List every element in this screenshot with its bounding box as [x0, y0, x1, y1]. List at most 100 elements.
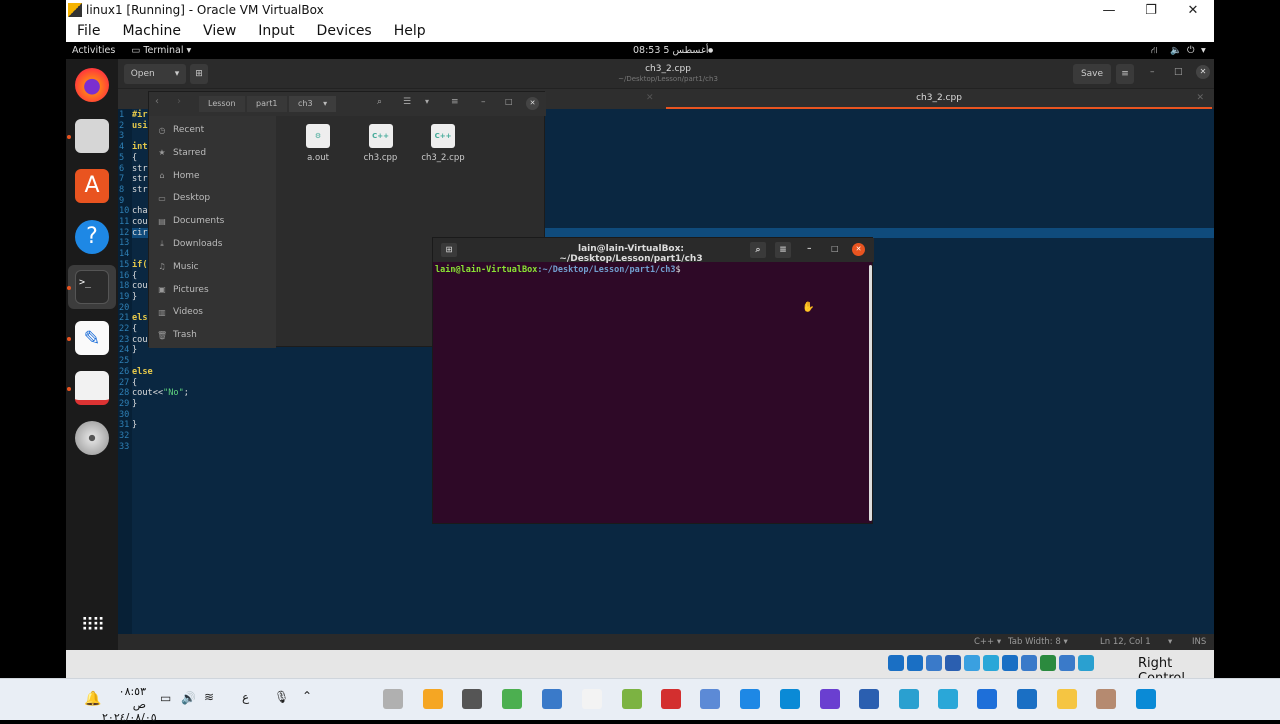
- folder-icon[interactable]: [1057, 689, 1077, 709]
- clock[interactable]: 08:53 أغسطس 5: [633, 45, 708, 56]
- fm-maximize-button[interactable]: □: [505, 97, 513, 106]
- position-dropdown-icon[interactable]: ▾: [1168, 637, 1172, 647]
- hard-disk-icon[interactable]: [888, 655, 904, 671]
- document-viewer-icon[interactable]: [75, 371, 109, 405]
- battery-icon[interactable]: ▭: [160, 691, 171, 705]
- hamburger-menu-icon[interactable]: ≡: [451, 97, 459, 107]
- system-menu-chevron-icon[interactable]: ▾: [1201, 45, 1206, 56]
- minimize-button[interactable]: —: [1088, 0, 1130, 20]
- audio-icon[interactable]: [926, 655, 942, 671]
- terminal-maximize-button[interactable]: □: [831, 244, 839, 253]
- terminal-menu-icon[interactable]: ≡: [775, 242, 791, 258]
- activities-button[interactable]: Activities: [72, 45, 115, 56]
- sidebar-item-documents[interactable]: ▤ Documents: [157, 213, 224, 229]
- help-icon[interactable]: ?: [75, 220, 109, 254]
- text-editor-icon[interactable]: ✎: [75, 321, 109, 355]
- power-icon[interactable]: ⏻: [1187, 45, 1195, 56]
- terminal-scrollbar[interactable]: [869, 265, 872, 521]
- settings-icon[interactable]: [462, 689, 482, 709]
- view-options-chevron-icon[interactable]: ▾: [425, 97, 429, 106]
- list-view-icon[interactable]: ☰: [403, 97, 411, 107]
- sidebar-item-videos[interactable]: ▥ Videos: [157, 304, 203, 320]
- tab-close-icon[interactable]: ✕: [1196, 89, 1204, 107]
- language-selector[interactable]: C++ ▾: [974, 637, 1001, 647]
- telegram-icon[interactable]: [938, 689, 958, 709]
- fm-close-button[interactable]: ✕: [526, 97, 539, 110]
- save-button[interactable]: Save: [1073, 64, 1111, 84]
- recording-icon[interactable]: [1021, 655, 1037, 671]
- profile-icon[interactable]: [1096, 689, 1116, 709]
- sidebar-item-downloads[interactable]: ⤓ Downloads: [157, 236, 222, 252]
- breadcrumb-part1[interactable]: part1: [247, 96, 287, 112]
- terminal-icon[interactable]: >_: [75, 270, 109, 304]
- show-hidden-icons-chevron-icon[interactable]: ⌃: [302, 689, 312, 703]
- photos-icon[interactable]: [542, 689, 562, 709]
- terminal-search-icon[interactable]: ⌕: [750, 242, 766, 258]
- host-key-icon[interactable]: [1078, 655, 1094, 671]
- microphone-icon[interactable]: 🎙: [274, 690, 289, 704]
- firefox-icon[interactable]: [75, 68, 109, 102]
- sidebar-item-starred[interactable]: ★ Starred: [157, 145, 206, 161]
- back-arrow-icon[interactable]: ‹: [155, 96, 159, 107]
- tab-width-selector[interactable]: Tab Width: 8 ▾: [1008, 637, 1068, 647]
- edge-icon[interactable]: [780, 689, 800, 709]
- bug-icon[interactable]: [700, 689, 720, 709]
- disc-icon[interactable]: [75, 421, 109, 455]
- taskbar-clock[interactable]: ٠٨:٥٣ ص ٢٠٢٤/٠٨/٠٥: [102, 685, 157, 724]
- obsidian-icon[interactable]: [820, 689, 840, 709]
- file-explorer-icon[interactable]: [383, 689, 403, 709]
- terminal-close-button[interactable]: ✕: [852, 243, 865, 256]
- software-center-icon[interactable]: A: [75, 169, 109, 203]
- file-item[interactable]: ⚙ a.out: [289, 124, 347, 163]
- sidebar-item-recent[interactable]: ◷ Recent: [157, 122, 205, 138]
- sidebar-item-trash[interactable]: 🗑 Trash: [157, 327, 197, 343]
- vim-icon[interactable]: [582, 689, 602, 709]
- volume-icon-host[interactable]: 🔊: [181, 691, 196, 705]
- cpu-icon[interactable]: [1040, 655, 1056, 671]
- forward-arrow-icon[interactable]: ›: [177, 96, 181, 107]
- show-apps-icon[interactable]: ⠿⠿: [75, 611, 109, 645]
- new-tab-icon[interactable]: ⊞: [441, 243, 457, 257]
- optical-drive-icon[interactable]: [907, 655, 923, 671]
- cursor-position[interactable]: Ln 12, Col 1: [1100, 637, 1151, 647]
- editor-tab[interactable]: ch3_2.cpp ✕: [666, 89, 1212, 109]
- menu-machine[interactable]: Machine: [111, 23, 192, 39]
- todo-icon[interactable]: [977, 689, 997, 709]
- input-language[interactable]: ع: [242, 690, 249, 704]
- menu-file[interactable]: File: [66, 23, 111, 39]
- file-item[interactable]: C++ ch3_2.cpp: [414, 124, 472, 163]
- kenhub-icon[interactable]: [740, 689, 760, 709]
- menu-help[interactable]: Help: [383, 23, 437, 39]
- editor-maximize-button[interactable]: □: [1174, 67, 1183, 77]
- android-icon[interactable]: [622, 689, 642, 709]
- sidebar-item-home[interactable]: ⌂ Home: [157, 168, 199, 184]
- editor-close-button[interactable]: ✕: [1196, 65, 1210, 79]
- bell-icon[interactable]: 🔔: [84, 691, 101, 707]
- store-icon[interactable]: [1136, 689, 1156, 709]
- display-icon[interactable]: [1002, 655, 1018, 671]
- maximize-button[interactable]: ❐: [1130, 0, 1172, 20]
- terminal-window[interactable]: ⊞ lain@lain-VirtualBox: ~/Desktop/Lesson…: [432, 237, 874, 524]
- volume-icon[interactable]: 🔈: [1170, 45, 1182, 56]
- network-adapter-icon[interactable]: [945, 655, 961, 671]
- editor-menu-icon[interactable]: ≡: [1116, 64, 1134, 84]
- new-tab-button[interactable]: ⊞: [190, 64, 208, 84]
- sublime-icon[interactable]: [423, 689, 443, 709]
- breadcrumb-lesson[interactable]: Lesson: [199, 96, 245, 112]
- menu-view[interactable]: View: [192, 23, 247, 39]
- files-icon[interactable]: [75, 119, 109, 153]
- chrome-icon[interactable]: [502, 689, 522, 709]
- sidebar-item-pictures[interactable]: ▣ Pictures: [157, 282, 208, 298]
- sidebar-item-desktop[interactable]: ▭ Desktop: [157, 190, 210, 206]
- tasks-icon[interactable]: [899, 689, 919, 709]
- virtualbox-taskbar-icon[interactable]: [1017, 689, 1037, 709]
- mouse-integration-icon[interactable]: [1059, 655, 1075, 671]
- menu-devices[interactable]: Devices: [306, 23, 383, 39]
- close-button[interactable]: ✕: [1172, 0, 1214, 20]
- file-item[interactable]: C++ ch3.cpp: [352, 124, 410, 163]
- menu-input[interactable]: Input: [247, 23, 305, 39]
- breadcrumb-ch3[interactable]: ch3 ▾: [289, 96, 337, 112]
- fm-minimize-button[interactable]: –: [481, 97, 486, 107]
- sidebar-item-music[interactable]: ♫ Music: [157, 259, 198, 275]
- other-tab-close-icon[interactable]: ✕: [646, 93, 654, 103]
